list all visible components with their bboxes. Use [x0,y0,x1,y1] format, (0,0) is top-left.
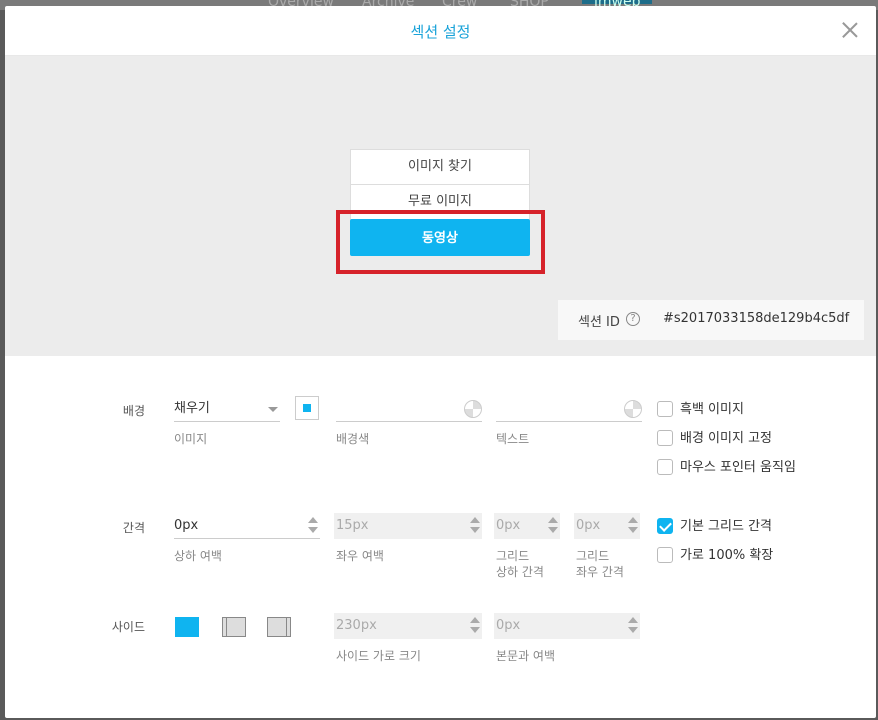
grid-label-line2: 상하 간격 [496,565,544,579]
image-grid-icon[interactable] [295,396,319,420]
stepper-icon[interactable] [628,517,638,535]
section-id-box: 섹션 ID ? #s2017033158de129b4c5df [558,300,864,340]
side-row-label: 사이드 [111,620,145,634]
fill-select[interactable]: 채우기 [174,396,280,422]
section-preview: 이미지 찾기 무료 이미지 동영상 섹션 ID ? #s2017033158de… [5,56,876,356]
stepper-icon[interactable] [548,517,558,535]
vertical-margin-value: 0px [174,518,199,533]
fixed-background-checkbox[interactable]: 배경 이미지 고정 [657,429,772,448]
color-picker-icon[interactable] [624,400,642,418]
background-row-label: 배경 [122,404,145,418]
grid-label-line1: 그리드 [496,549,530,563]
checkbox-label: 가로 100% 확장 [680,548,774,563]
spacing-row-label: 간격 [122,521,145,535]
checkbox-label: 마우스 포인터 움직임 [680,460,796,475]
horizontal-margin-label: 좌우 여백 [336,549,384,563]
grid-vertical-gap-label: 그리드 상하 간격 [496,548,544,580]
stepper-icon[interactable] [628,617,638,635]
checkbox-checked-icon [657,517,673,534]
background-color-label: 배경색 [336,432,370,446]
horizontal-margin-input[interactable]: 15px [334,513,482,539]
side-right-option[interactable] [267,617,291,637]
default-grid-gap-checkbox[interactable]: 기본 그리드 간격 [657,517,772,536]
body-margin-input[interactable]: 0px [494,613,640,639]
side-width-label: 사이드 가로 크기 [336,649,421,663]
mouse-pointer-motion-checkbox[interactable]: 마우스 포인터 움직임 [657,458,796,477]
horizontal-margin-value: 15px [336,518,369,533]
modal-title: 섹션 설정 [410,23,471,41]
grid-label-line2: 좌우 간격 [576,565,624,579]
checkbox-label: 기본 그리드 간격 [680,519,772,534]
checkbox-label: 흑백 이미지 [680,402,744,417]
help-icon[interactable]: ? [626,312,640,326]
section-settings-modal: 섹션 설정 이미지 찾기 무료 이미지 동영상 섹션 ID ? #s201703… [5,6,876,718]
stepper-icon[interactable] [308,517,318,535]
bg-nav-item-active: imweb [582,0,653,10]
grid-horizontal-gap-value: 0px [576,518,601,533]
full-width-checkbox[interactable]: 가로 100% 확장 [657,546,774,565]
chevron-down-icon [268,407,278,412]
modal-header: 섹션 설정 [5,6,876,56]
fill-select-value: 채우기 [174,401,210,416]
grid-horizontal-gap-label: 그리드 좌우 간격 [576,548,624,580]
stepper-icon[interactable] [470,517,480,535]
checkbox-icon [657,458,673,475]
side-width-value: 230px [336,618,377,633]
color-picker-icon[interactable] [464,400,482,418]
text-color-label: 텍스트 [496,432,530,446]
checkbox-icon [657,400,673,417]
grid-label-line1: 그리드 [576,549,610,563]
vertical-margin-input[interactable]: 0px [174,513,320,539]
checkbox-icon [657,429,673,446]
text-color-field[interactable] [496,396,642,422]
side-left-option[interactable] [222,617,246,637]
checkbox-icon [657,546,673,563]
section-id-label: 섹션 ID [578,315,620,330]
find-image-button[interactable]: 이미지 찾기 [350,149,530,185]
image-label: 이미지 [174,432,208,446]
side-none-option[interactable] [175,617,199,637]
side-width-input[interactable]: 230px [334,613,482,639]
grayscale-image-checkbox[interactable]: 흑백 이미지 [657,400,744,419]
body-margin-value: 0px [496,618,521,633]
section-id-value: #s2017033158de129b4c5df [663,311,850,326]
grid-vertical-gap-input[interactable]: 0px [494,513,560,539]
body-margin-label: 본문과 여백 [496,649,556,663]
vertical-margin-label: 상하 여백 [174,549,222,563]
grid-horizontal-gap-input[interactable]: 0px [574,513,640,539]
grid-vertical-gap-value: 0px [496,518,521,533]
background-color-field[interactable] [336,396,482,422]
highlight-box [336,210,545,274]
close-icon[interactable] [840,20,860,40]
stepper-icon[interactable] [470,617,480,635]
checkbox-label: 배경 이미지 고정 [680,431,772,446]
